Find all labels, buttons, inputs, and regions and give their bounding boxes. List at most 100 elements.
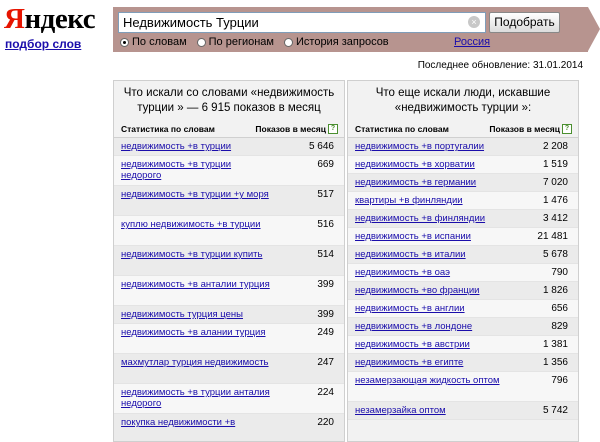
table-row: махмутлар турция недвижимость 247	[114, 354, 344, 384]
radio-history[interactable]: История запросов	[284, 36, 389, 48]
impressions-count: 1 381	[542, 339, 568, 350]
left-panel-title: Что искали со словами «недвижимость турц…	[123, 87, 335, 114]
phrase-link[interactable]: недвижимость +в англии	[355, 303, 505, 314]
yandex-logo[interactable]: Яндекс	[4, 3, 96, 35]
phrase-link[interactable]: недвижимость +в оаэ	[355, 267, 505, 278]
phrase-link[interactable]: недвижимость +в египте	[355, 357, 505, 368]
clear-icon[interactable]: ×	[468, 16, 480, 28]
phrase-link[interactable]: недвижимость +в турции недорого	[121, 159, 271, 181]
phrase-link[interactable]: недвижимость +в лондоне	[355, 321, 505, 332]
radio-unselected-icon	[284, 37, 293, 47]
impressions-count: 1 476	[542, 195, 568, 206]
impressions-count: 796	[551, 375, 568, 386]
table-row: покупка недвижимости +в 220	[114, 414, 344, 441]
phrase-link[interactable]: недвижимость +в анталии турция	[121, 279, 271, 290]
impressions-count: 220	[317, 417, 334, 428]
impressions-count: 247	[317, 357, 334, 368]
phrase-link[interactable]: недвижимость +в турции +у моря	[121, 189, 271, 200]
impressions-count: 7 020	[542, 177, 568, 188]
table-row: недвижимость +во франции 1 826	[348, 282, 578, 300]
phrase-link[interactable]: недвижимость +в турции	[121, 141, 271, 152]
phrase-link[interactable]: незамерзающая жидкость оптом	[355, 375, 505, 386]
region-link[interactable]: Россия	[454, 36, 490, 48]
table-row: недвижимость +в лондоне 829	[348, 318, 578, 336]
table-row: незамерзающая жидкость оптом 796	[348, 372, 578, 402]
table-row: недвижимость +в италии 5 678	[348, 246, 578, 264]
right-panel-title: Что еще искали люди, искавшие «недвижимо…	[375, 87, 551, 114]
impressions-count: 224	[317, 387, 334, 398]
table-row: недвижимость +в турции купить 514	[114, 246, 344, 276]
radio-by-words[interactable]: По словам	[120, 36, 187, 48]
impressions-count: 656	[551, 303, 568, 314]
search-mode-radios: По словам По регионам История запросов	[120, 36, 389, 48]
radio-selected-icon	[120, 37, 129, 47]
last-updated: Последнее обновление: 31.01.2014	[417, 60, 583, 71]
phrase-link[interactable]: недвижимость +в италии	[355, 249, 505, 260]
table-row: недвижимость +в хорватии 1 519	[348, 156, 578, 174]
left-table-body: недвижимость +в турции 5 646 недвижимость …	[114, 138, 344, 441]
left-panel: Что искали со словами «недвижимость турц…	[113, 80, 345, 442]
impressions-count: 3 412	[542, 213, 568, 224]
right-panel: Что еще искали люди, искавшие «недвижимо…	[347, 80, 579, 442]
table-row: недвижимость +в германии 7 020	[348, 174, 578, 192]
radio-label: История запросов	[296, 36, 389, 48]
table-row: квартиры +в финляндии 1 476	[348, 192, 578, 210]
impressions-count: 399	[317, 279, 334, 290]
table-row: недвижимость +в финляндии 3 412	[348, 210, 578, 228]
logo-rest: ндекс	[24, 3, 96, 35]
table-row: недвижимость +в австрии 1 381	[348, 336, 578, 354]
column-header-phrase: Статистика по словам	[355, 124, 449, 134]
radio-label: По словам	[132, 36, 187, 48]
phrase-link[interactable]: куплю недвижимость +в турции	[121, 219, 271, 230]
impressions-count: 517	[317, 189, 334, 200]
table-row: недвижимость +в турции анталия недорого 2…	[114, 384, 344, 414]
help-icon[interactable]: ?	[562, 124, 572, 134]
table-row: недвижимость +в оаэ 790	[348, 264, 578, 282]
phrase-link[interactable]: квартиры +в финляндии	[355, 195, 505, 206]
phrase-link[interactable]: недвижимость +в алании турция	[121, 327, 271, 338]
wordstat-link[interactable]: подбор слов	[5, 37, 81, 51]
column-header-phrase: Статистика по словам	[121, 124, 215, 134]
column-header-count: Показов в месяц?	[255, 124, 338, 134]
phrase-link[interactable]: недвижимость +в германии	[355, 177, 505, 188]
phrase-link[interactable]: недвижимость +в хорватии	[355, 159, 505, 170]
phrase-link[interactable]: недвижимость турция цены	[121, 309, 271, 320]
table-row: недвижимость +в египте 1 356	[348, 354, 578, 372]
impressions-count: 5 678	[542, 249, 568, 260]
help-icon[interactable]: ?	[328, 124, 338, 134]
column-header-count: Показов в месяц?	[489, 124, 572, 134]
table-row: недвижимость турция цены 399	[114, 306, 344, 324]
phrase-link[interactable]: недвижимость +во франции	[355, 285, 505, 296]
phrase-link[interactable]: недвижимость +в турции анталия недорого	[121, 387, 271, 409]
phrase-link[interactable]: недвижимость +в австрии	[355, 339, 505, 350]
table-row: куплю недвижимость +в турции 516	[114, 216, 344, 246]
table-row: недвижимость +в испании 21 481	[348, 228, 578, 246]
search-button[interactable]: Подобрать	[489, 12, 560, 33]
phrase-link[interactable]: махмутлар турция недвижимость	[121, 357, 271, 368]
table-row: недвижимость +в анталии турция 399	[114, 276, 344, 306]
impressions-count: 1 826	[542, 285, 568, 296]
phrase-link[interactable]: незамерзайка оптом	[355, 405, 505, 416]
impressions-count: 669	[317, 159, 334, 170]
impressions-count: 21 481	[537, 231, 568, 242]
table-row: недвижимость +в турции недорого 669	[114, 156, 344, 186]
table-row: недвижимость +в алании турция 249	[114, 324, 344, 354]
column-header-count-label: Показов в месяц	[489, 124, 560, 134]
impressions-count: 249	[317, 327, 334, 338]
phrase-link[interactable]: недвижимость +в турции купить	[121, 249, 271, 260]
table-row: недвижимость +в турции +у моря 517	[114, 186, 344, 216]
phrase-link[interactable]: покупка недвижимости +в	[121, 417, 271, 428]
impressions-count: 5 646	[308, 141, 334, 152]
phrase-link[interactable]: недвижимость +в португалии	[355, 141, 505, 152]
search-bar: Недвижимость Турции × Подобрать По слова…	[113, 7, 600, 52]
phrase-link[interactable]: недвижимость +в финляндии	[355, 213, 505, 224]
radio-label: По регионам	[208, 36, 274, 48]
table-row: недвижимость +в англии 656	[348, 300, 578, 318]
search-input[interactable]: Недвижимость Турции	[118, 12, 486, 33]
radio-by-regions[interactable]: По регионам	[196, 36, 274, 48]
phrase-link[interactable]: недвижимость +в испании	[355, 231, 505, 242]
impressions-count: 2 208	[542, 141, 568, 152]
table-row: недвижимость +в турции 5 646	[114, 138, 344, 156]
impressions-count: 514	[317, 249, 334, 260]
left-table-header: Статистика по словам Показов в месяц?	[114, 122, 344, 138]
